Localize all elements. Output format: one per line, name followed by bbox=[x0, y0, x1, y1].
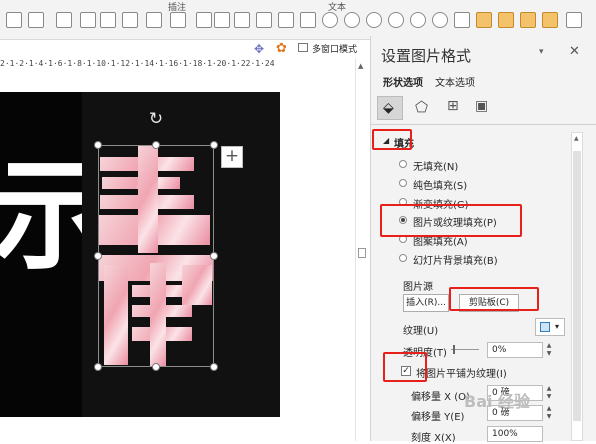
transparency-field[interactable]: 0% bbox=[487, 342, 543, 358]
rotate-handle-icon[interactable]: ↻ bbox=[147, 110, 165, 128]
bring-forward-icon[interactable] bbox=[542, 12, 558, 28]
arrange-icon[interactable] bbox=[520, 12, 536, 28]
fill-line-tab[interactable]: ⬙ bbox=[377, 96, 403, 120]
ribbon-toolbar: 插注 文本 bbox=[0, 0, 596, 40]
chart-icon[interactable] bbox=[100, 12, 116, 28]
group-icon[interactable] bbox=[476, 12, 492, 28]
size-position-icon[interactable]: ⊞ bbox=[447, 98, 459, 114]
horizontal-ruler: 2·1·2·1·4·1·6·1·8·1·10·1·12·1·14·1·16·1·… bbox=[0, 58, 290, 70]
radio-label: 无填充(N) bbox=[413, 162, 459, 173]
scale-x-label: 刻度 X(X) bbox=[411, 433, 456, 444]
highlight-tile-checkbox bbox=[383, 352, 427, 382]
window-icon bbox=[298, 43, 308, 52]
close-icon[interactable]: ✕ bbox=[569, 44, 580, 59]
shape-fill-icon[interactable] bbox=[410, 12, 426, 28]
spinner-icon[interactable]: ▲ ▼ bbox=[545, 385, 553, 401]
paint-bucket-icon: ⬙ bbox=[383, 100, 394, 116]
tab-shape-options[interactable]: 形状选项 bbox=[383, 74, 423, 89]
shape-fill-icon[interactable] bbox=[366, 12, 382, 28]
distribute-icon[interactable] bbox=[278, 12, 294, 28]
shape-fill-icon[interactable] bbox=[344, 12, 360, 28]
gear-icon[interactable]: ✿ bbox=[276, 41, 287, 56]
table-icon[interactable] bbox=[146, 12, 162, 28]
tab-text-options[interactable]: 文本选项 bbox=[435, 74, 475, 89]
highlight-picture-fill-option bbox=[380, 204, 522, 237]
rotate-icon[interactable] bbox=[498, 12, 514, 28]
radio-slide-background-fill[interactable] bbox=[399, 254, 407, 262]
shape-fill-icon[interactable] bbox=[432, 12, 448, 28]
shape-fill-icon[interactable] bbox=[388, 12, 404, 28]
crop-icon[interactable] bbox=[566, 12, 582, 28]
scroll-up-icon[interactable]: ▲ bbox=[358, 62, 363, 70]
canvas-top-bar: ✥ ✿ 多窗口模式 bbox=[0, 40, 360, 58]
offset-y-label: 偏移量 Y(E) bbox=[411, 412, 465, 423]
resize-handle[interactable] bbox=[94, 252, 102, 260]
radio-no-fill[interactable] bbox=[399, 160, 407, 168]
canvas-scrollbar[interactable]: ▲ bbox=[355, 58, 369, 441]
scroll-thumb[interactable] bbox=[573, 151, 581, 421]
spinner-icon[interactable]: ▲ ▼ bbox=[545, 342, 553, 358]
picture-icon[interactable]: ▣ bbox=[475, 98, 488, 114]
shape-fill-icon[interactable] bbox=[322, 12, 338, 28]
shape-icon[interactable] bbox=[6, 12, 22, 28]
radio-label: 纯色填充(S) bbox=[413, 181, 468, 192]
pentagon-icon[interactable]: ⬠ bbox=[415, 98, 428, 116]
pane-title: 设置图片格式 bbox=[381, 47, 472, 65]
resize-handle[interactable] bbox=[152, 141, 160, 149]
highlight-clipboard-button bbox=[449, 287, 539, 311]
pane-scrollbar[interactable]: ▲ bbox=[571, 132, 583, 441]
resize-handle[interactable] bbox=[210, 252, 218, 260]
radio-solid-fill[interactable] bbox=[399, 179, 407, 187]
highlight-fill-section bbox=[372, 129, 412, 150]
selection-box bbox=[98, 145, 214, 367]
shape-icon[interactable] bbox=[28, 12, 44, 28]
layout-options-button[interactable]: + bbox=[221, 146, 243, 168]
multi-window-button[interactable]: 多窗口模式 bbox=[312, 42, 357, 55]
edit-icon[interactable] bbox=[122, 12, 138, 28]
resize-handle[interactable] bbox=[152, 363, 160, 371]
scroll-thumb[interactable] bbox=[358, 248, 366, 258]
align-icon[interactable] bbox=[234, 12, 250, 28]
chevron-down-icon: ▾ bbox=[555, 322, 560, 331]
align-icon[interactable] bbox=[196, 12, 212, 28]
distribute-icon[interactable] bbox=[300, 12, 316, 28]
settings-icon[interactable]: ✥ bbox=[254, 42, 264, 56]
texture-label: 纹理(U) bbox=[403, 326, 439, 337]
insert-button[interactable]: 插入(R)... bbox=[403, 294, 449, 312]
resize-handle[interactable] bbox=[94, 141, 102, 149]
texture-picker[interactable]: ▾ bbox=[535, 318, 565, 336]
tile-checkbox-label: 将图片平铺为纹理(I) bbox=[416, 369, 507, 380]
resize-handle[interactable] bbox=[94, 363, 102, 371]
align-icon[interactable] bbox=[214, 12, 230, 28]
transparency-slider[interactable] bbox=[451, 349, 479, 350]
distribute-icon[interactable] bbox=[256, 12, 272, 28]
watermark: Bai 经验 bbox=[464, 392, 531, 411]
image-icon[interactable] bbox=[80, 12, 96, 28]
offset-x-label: 偏移量 X (O) bbox=[411, 392, 470, 403]
spinner-icon[interactable]: ▲ ▼ bbox=[545, 405, 553, 421]
divider bbox=[371, 124, 596, 125]
resize-handle[interactable] bbox=[210, 363, 218, 371]
radio-label: 幻灯片背景填充(B) bbox=[413, 256, 498, 267]
textbox-icon[interactable] bbox=[56, 12, 72, 28]
align-icon[interactable] bbox=[170, 12, 186, 28]
resize-handle[interactable] bbox=[210, 141, 218, 149]
pane-dropdown-icon[interactable]: ▾ bbox=[539, 47, 544, 57]
picture-source-label: 图片源 bbox=[403, 282, 433, 293]
slider-thumb[interactable] bbox=[453, 345, 455, 354]
scroll-up-icon[interactable]: ▲ bbox=[574, 135, 579, 142]
scale-x-field[interactable]: 100% bbox=[487, 426, 543, 442]
text-fill-icon[interactable] bbox=[454, 12, 470, 28]
texture-icon bbox=[540, 322, 550, 332]
